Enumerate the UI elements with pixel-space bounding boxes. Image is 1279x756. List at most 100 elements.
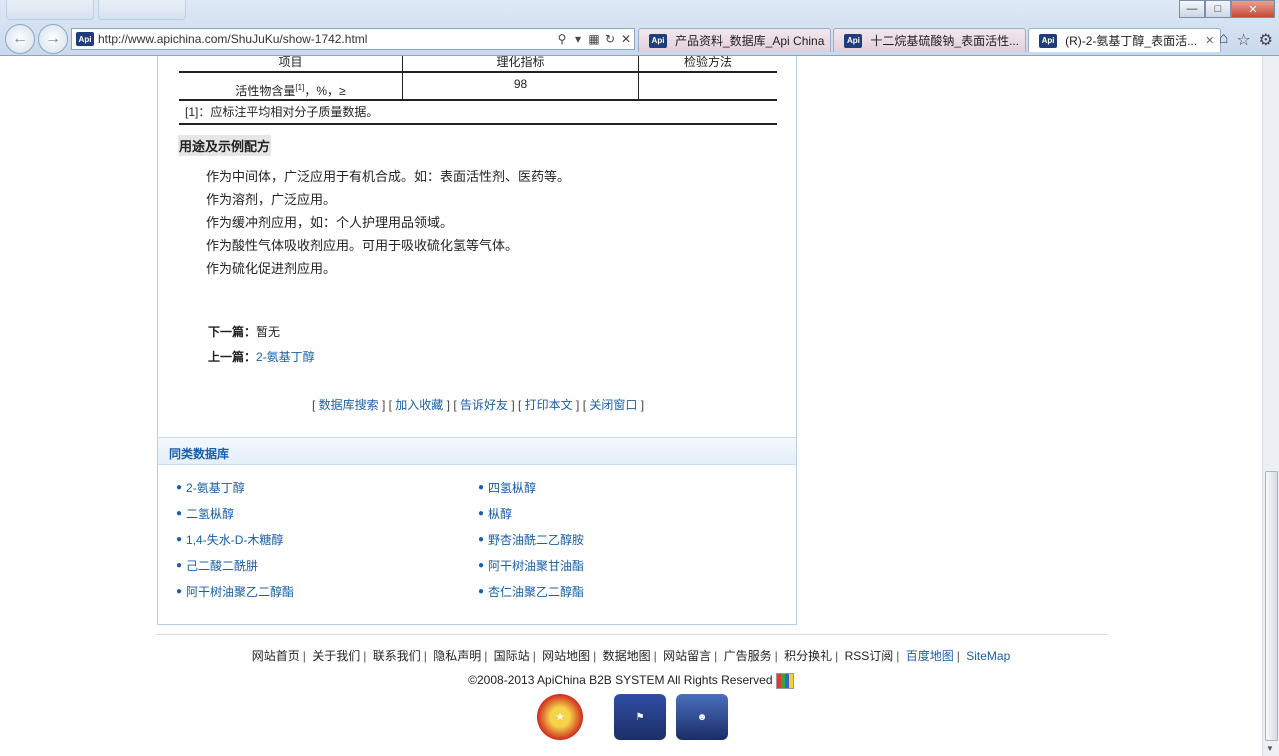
tab-label: 产品资料_数据库_Api China xyxy=(675,34,825,48)
next-article: 下一篇：暂无 xyxy=(208,325,281,339)
footer-link[interactable]: 隐私声明 xyxy=(433,649,481,663)
close-window-button[interactable]: ✕ xyxy=(1231,0,1275,18)
favorites-star-icon[interactable]: ☆ xyxy=(1236,30,1250,50)
tell-friend-link[interactable]: 告诉好友 xyxy=(460,398,508,412)
related-item[interactable]: ● 阿干树油聚乙二醇酯 xyxy=(176,578,478,604)
usage-line: 作为中间体，广泛应用于有机合成。如：表面活性剂、医药等。 xyxy=(206,169,571,184)
cell-value: 98 xyxy=(403,73,639,101)
bullet-icon: ● xyxy=(478,507,485,519)
site-favicon-icon: Api xyxy=(844,33,863,48)
maximize-button[interactable]: □ xyxy=(1205,0,1231,18)
search-icon[interactable]: ⚲ xyxy=(554,32,570,46)
tab-close-icon[interactable]: ✕ xyxy=(1205,34,1214,47)
footer-links: 网站首页 | 关于我们 | 联系我们 | 隐私声明 | 国际站 | 网站地图 | 数据地图 |… xyxy=(251,649,1011,663)
copyright: ©2008-2013 ApiChina B2B SYSTEM All Right… xyxy=(0,673,1262,689)
footer-link[interactable]: 广告服务 xyxy=(724,649,772,663)
forward-arrow-icon: → xyxy=(45,30,61,47)
action-links: [ 数据库搜索 ] [ 加入收藏 ] [ 告诉好友 ] [ 打印本文 ] [ 关… xyxy=(311,398,645,412)
refresh-icon[interactable]: ↻ xyxy=(602,32,618,46)
scrollbar-thumb[interactable] xyxy=(1265,471,1278,741)
related-item[interactable]: ● 2-氨基丁醇 xyxy=(176,474,478,500)
tab-label: 十二烷基硫酸钠_表面活性... xyxy=(870,34,1020,48)
back-arrow-icon: ← xyxy=(12,30,28,47)
window-controls: — □ ✕ xyxy=(1179,0,1275,18)
close-window-link[interactable]: 关闭窗口 xyxy=(589,398,637,412)
related-item[interactable]: ● 野杏油酰二乙醇胺 xyxy=(478,526,776,552)
add-favorite-link[interactable]: 加入收藏 xyxy=(395,398,443,412)
footer-link[interactable]: 网站地图 xyxy=(542,649,590,663)
ghost-tab xyxy=(98,0,186,20)
usage-line: 作为酸性气体吸收剂应用。可用于吸收硫化氢等气体。 xyxy=(206,238,519,253)
related-item[interactable]: ● 四氢枞醇 xyxy=(478,474,776,500)
gear-icon[interactable]: ⚙ xyxy=(1259,30,1273,50)
prev-article-link[interactable]: 2-氨基丁醇 xyxy=(256,350,315,364)
tab-product-db[interactable]: Api 产品资料_数据库_Api China xyxy=(638,28,832,52)
footer-link[interactable]: 网站留言 xyxy=(663,649,711,663)
related-item[interactable]: ● 杏仁油聚乙二醇酯 xyxy=(478,578,776,604)
related-item[interactable]: ● 己二酸二酰肼 xyxy=(176,552,478,578)
footer-divider xyxy=(157,634,1107,635)
usage-line: 作为缓冲剂应用，如：个人护理用品领域。 xyxy=(206,215,454,230)
content-panel: 项目 理化指标 检验方法 活性物含量[1]，%，≥ 98 [1]：应标注平均相对… xyxy=(157,56,797,625)
bullet-icon: ● xyxy=(478,481,485,493)
related-item[interactable]: ● 枞醇 xyxy=(478,500,776,526)
compat-view-icon[interactable]: ▦ xyxy=(586,32,602,46)
usage-section-title: 用途及示例配方 xyxy=(178,135,272,156)
stop-icon[interactable]: ✕ xyxy=(618,32,634,46)
col-header-method: 检验方法 xyxy=(683,56,732,69)
footer-link[interactable]: 联系我们 xyxy=(373,649,421,663)
usage-line: 作为硫化促进剂应用。 xyxy=(206,261,337,276)
tab-strip: Api 产品资料_数据库_Api China Api 十二烷基硫酸钠_表面活性.… xyxy=(638,28,1223,52)
footer-link[interactable]: 关于我们 xyxy=(312,649,360,663)
page-viewport: 项目 理化指标 检验方法 活性物含量[1]，%，≥ 98 [1]：应标注平均相对… xyxy=(0,56,1262,756)
forward-button[interactable]: → xyxy=(38,24,68,54)
db-search-link[interactable]: 数据库搜索 xyxy=(319,398,379,412)
cyber-police-icon[interactable]: ☻ xyxy=(676,694,728,740)
col-header-item: 项目 xyxy=(179,56,403,71)
cell-method xyxy=(639,73,777,101)
browser-chrome: — □ ✕ ← → Api http://www.apichina.com/Sh… xyxy=(0,0,1279,56)
dropdown-icon[interactable]: ▾ xyxy=(570,32,586,46)
footer-link[interactable]: SiteMap xyxy=(966,649,1010,663)
scroll-down-arrow-icon[interactable]: ▼ xyxy=(1266,744,1274,753)
print-link[interactable]: 打印本文 xyxy=(525,398,573,412)
related-item[interactable]: ● 阿干树油聚甘油酯 xyxy=(478,552,776,578)
vertical-scrollbar[interactable]: ▼ xyxy=(1262,56,1279,756)
tab-label: (R)-2-氨基丁醇_表面活... xyxy=(1065,34,1198,48)
tab-sds[interactable]: Api 十二烷基硫酸钠_表面活性... xyxy=(833,28,1027,52)
cnzz-stats-icon[interactable] xyxy=(775,673,794,689)
police-alert-icon[interactable]: ⚑ xyxy=(614,694,666,740)
footer-link[interactable]: 数据地图 xyxy=(603,649,651,663)
title-bar-ghost xyxy=(6,0,186,22)
related-list: ● 2-氨基丁醇 ● 四氢枞醇 ● 二氢枞醇 ● 枞醇 ● 1,4-失水-D-木糖醇 ● 野… xyxy=(176,474,776,604)
footer-link[interactable]: 积分换礼 xyxy=(784,649,832,663)
cell-item: 活性物含量[1]，%，≥ xyxy=(179,73,403,101)
bullet-icon: ● xyxy=(176,585,183,597)
url-text[interactable]: http://www.apichina.com/ShuJuKu/show-174… xyxy=(98,32,554,46)
spec-table-header: 项目 理化指标 检验方法 xyxy=(179,56,777,73)
ghost-tab xyxy=(6,0,94,20)
bullet-icon: ● xyxy=(478,585,485,597)
bullet-icon: ● xyxy=(478,559,485,571)
article-nav: 下一篇：暂无 上一篇：2-氨基丁醇 xyxy=(208,320,315,370)
spec-table-note: [1]：应标注平均相对分子质量数据。 xyxy=(179,101,777,125)
address-bar[interactable]: Api http://www.apichina.com/ShuJuKu/show… xyxy=(71,28,635,50)
back-button[interactable]: ← xyxy=(5,24,35,54)
related-item[interactable]: ● 1,4-失水-D-木糖醇 xyxy=(176,526,478,552)
related-item[interactable]: ● 二氢枞醇 xyxy=(176,500,478,526)
tab-current[interactable]: Api (R)-2-氨基丁醇_表面活... ✕ xyxy=(1028,28,1222,52)
national-emblem-icon[interactable]: ★ xyxy=(537,694,583,740)
site-favicon-icon: Api xyxy=(649,33,667,48)
minimize-button[interactable]: — xyxy=(1179,0,1205,18)
footer-link[interactable]: 百度地图 xyxy=(906,649,954,663)
footer-link[interactable]: 国际站 xyxy=(494,649,530,663)
bullet-icon: ● xyxy=(176,533,183,545)
footer-link[interactable]: RSS订阅 xyxy=(845,649,894,663)
bullet-icon: ● xyxy=(176,559,183,571)
usage-list: 作为中间体，广泛应用于有机合成。如：表面活性剂、医药等。 作为溶剂，广泛应用。 … xyxy=(206,165,570,280)
home-icon[interactable]: ⌂ xyxy=(1219,30,1229,50)
footer-link[interactable]: 网站首页 xyxy=(252,649,300,663)
usage-line: 作为溶剂，广泛应用。 xyxy=(206,192,337,207)
toolbar-icons: ⌂ ☆ ⚙ xyxy=(1219,30,1273,50)
site-favicon-icon: Api xyxy=(1039,33,1058,48)
